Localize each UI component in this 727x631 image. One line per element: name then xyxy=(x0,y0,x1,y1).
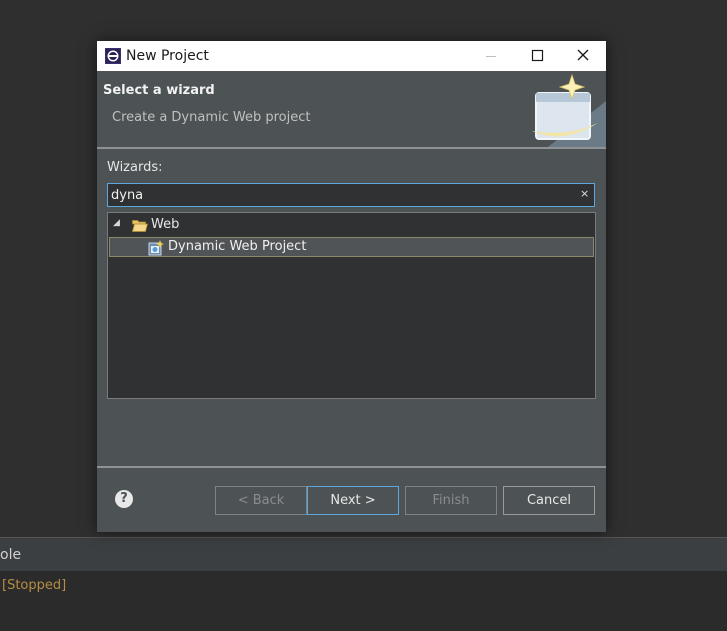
page-title: Select a wizard xyxy=(103,83,215,98)
minimize-button[interactable] xyxy=(468,41,514,71)
dialog-title: New Project xyxy=(126,48,209,64)
maximize-button[interactable] xyxy=(514,41,560,71)
expand-arrow-icon[interactable]: ◢ xyxy=(113,218,120,228)
folder-open-icon xyxy=(132,220,148,232)
header-separator xyxy=(97,147,606,149)
tree-item-dynamic-web-project[interactable]: Dynamic Web Project xyxy=(109,237,594,257)
console-status-text: [Stopped] xyxy=(2,578,67,593)
footer-separator xyxy=(97,466,606,468)
wizard-filter-input[interactable] xyxy=(111,186,575,204)
minimize-icon xyxy=(486,56,496,57)
wizard-filter-field[interactable]: × xyxy=(107,183,595,207)
close-icon xyxy=(577,49,589,61)
close-button[interactable] xyxy=(560,41,606,71)
new-wizard-banner-icon xyxy=(532,73,606,147)
tree-item-label: Web xyxy=(151,217,180,232)
console-tab-bar: ole xyxy=(0,537,727,571)
finish-button[interactable]: Finish xyxy=(405,486,497,515)
wizards-label: Wizards: xyxy=(107,160,163,175)
console-view: [Stopped] xyxy=(0,571,727,631)
eclipse-app-icon xyxy=(105,48,121,64)
cancel-button[interactable]: Cancel xyxy=(503,486,595,515)
clear-filter-icon[interactable]: × xyxy=(580,187,589,200)
web-project-icon xyxy=(148,240,164,256)
tree-item-label: Dynamic Web Project xyxy=(168,239,307,254)
new-project-dialog: New Project Select a wizard Create a Dyn… xyxy=(97,41,606,532)
tree-item-web[interactable]: ◢ Web xyxy=(108,215,595,235)
page-description: Create a Dynamic Web project xyxy=(112,110,311,125)
console-tab[interactable]: ole xyxy=(0,547,21,563)
dialog-titlebar[interactable]: New Project xyxy=(97,41,606,71)
help-button[interactable]: ? xyxy=(115,490,133,508)
maximize-icon xyxy=(531,49,544,62)
back-button[interactable]: < Back xyxy=(215,486,307,515)
wizard-tree[interactable]: ◢ Web Dynamic Web Project xyxy=(107,212,596,399)
next-button[interactable]: Next > xyxy=(307,486,399,515)
